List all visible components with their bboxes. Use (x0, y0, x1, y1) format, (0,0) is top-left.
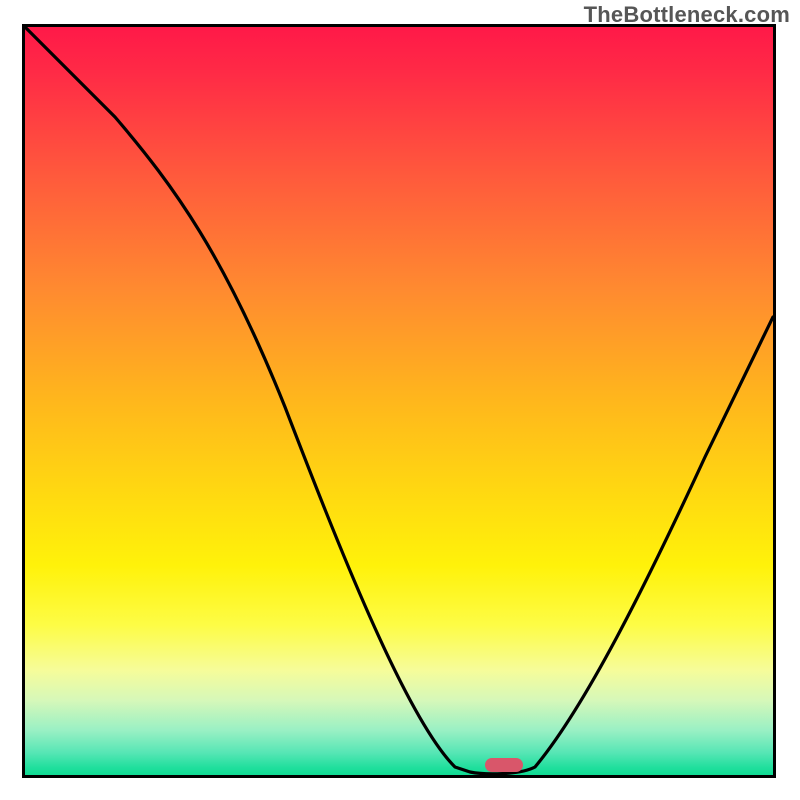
plot-area (22, 24, 776, 778)
bottleneck-curve (25, 27, 773, 775)
optimal-marker (485, 758, 523, 772)
chart-frame: TheBottleneck.com (0, 0, 800, 800)
